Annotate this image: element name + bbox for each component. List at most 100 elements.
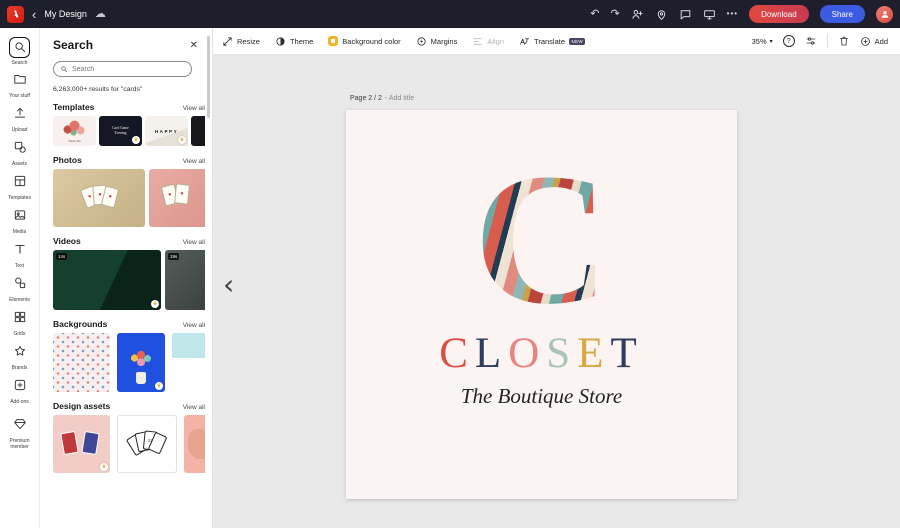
- app-logo-icon[interactable]: [7, 5, 24, 23]
- present-devices-icon[interactable]: [703, 8, 716, 21]
- close-icon[interactable]: ✕: [190, 40, 198, 51]
- app-window: ‹ My Design ☁ ↶ ↷ ••• Download Share Sea…: [0, 0, 900, 528]
- sidebar-item-media[interactable]: Media: [0, 204, 40, 238]
- invite-collaborators-icon[interactable]: [631, 8, 644, 21]
- section-design-assets: Design assets View all ♛ 21: [53, 401, 212, 473]
- resize-button[interactable]: Resize: [222, 36, 260, 47]
- assets-icon: [13, 140, 27, 159]
- canvas-toolbar: Resize Theme Background color Margins Al…: [213, 28, 900, 55]
- undo-icon[interactable]: ↶: [590, 8, 599, 20]
- panel-scrollbar[interactable]: [207, 36, 210, 118]
- redo-icon[interactable]: ↷: [610, 8, 619, 20]
- templates-icon: [13, 174, 27, 193]
- view-all-link[interactable]: View all: [183, 404, 205, 411]
- theme-icon: [276, 36, 285, 46]
- view-all-link[interactable]: View all: [183, 239, 205, 246]
- design-asset-thumbnail[interactable]: ♛: [53, 415, 110, 473]
- view-all-link[interactable]: View all: [183, 158, 205, 165]
- background-thumbnail[interactable]: [53, 333, 110, 392]
- align-button[interactable]: Align: [472, 36, 504, 47]
- upload-icon: [13, 106, 27, 125]
- section-title: Templates: [53, 102, 95, 112]
- video-thumbnail[interactable]: 19s: [165, 250, 205, 310]
- sidebar-item-text[interactable]: Text: [0, 238, 40, 272]
- section-videos: Videos View all 14s ♛ 19s: [53, 236, 212, 310]
- section-backgrounds: Backgrounds View all ♛: [53, 319, 212, 392]
- view-all-link[interactable]: View all: [183, 105, 205, 112]
- sidebar-item-search[interactable]: Search: [0, 34, 40, 68]
- design-page[interactable]: C CLOSET The Boutique Store: [346, 110, 737, 499]
- location-pin-icon[interactable]: [655, 8, 668, 21]
- template-thumbnail[interactable]: HAPPY ♛: [145, 116, 188, 146]
- delete-page-button[interactable]: [838, 35, 850, 47]
- comment-icon[interactable]: [679, 8, 692, 21]
- section-photos: Photos View all ♥ ♥ ♥ ♥ ♥: [53, 155, 212, 227]
- brands-icon: [13, 344, 27, 363]
- trash-icon: [839, 36, 848, 46]
- zoom-control[interactable]: 35% ▾: [752, 37, 773, 46]
- theme-button[interactable]: Theme: [275, 36, 313, 47]
- add-ons-icon: [13, 378, 27, 397]
- back-icon[interactable]: ‹: [32, 8, 36, 21]
- sidebar-item-premium-member[interactable]: Premium member: [0, 416, 40, 450]
- cloud-sync-icon: ☁: [94, 7, 106, 20]
- sidebar-item-your-stuff[interactable]: Your stuff: [0, 68, 40, 102]
- sidebar-item-add-ons[interactable]: Add-ons: [0, 374, 40, 408]
- search-input-wrapper: [53, 61, 192, 77]
- sliders-icon: [806, 37, 816, 45]
- premium-crown-icon: ♛: [151, 300, 159, 308]
- template-thumbnail[interactable]: Card Game Evening ♛: [99, 116, 142, 146]
- search-input[interactable]: [72, 65, 185, 73]
- background-color-swatch-icon: [328, 36, 339, 46]
- add-title-link[interactable]: - Add title: [385, 95, 414, 102]
- margins-button[interactable]: Margins: [416, 36, 457, 47]
- sidebar-item-templates[interactable]: Templates: [0, 170, 40, 204]
- settings-sliders-button[interactable]: [805, 35, 817, 47]
- previous-page-chevron-icon[interactable]: ‹: [223, 271, 234, 299]
- canvas-area: Page 2 / 2 - Add title ‹ C CLOSET The Bo…: [213, 55, 900, 528]
- brand-subtitle[interactable]: The Boutique Store: [346, 384, 737, 409]
- video-thumbnail[interactable]: 14s ♛: [53, 250, 161, 310]
- page-indicator: Page 2 / 2 - Add title: [350, 95, 414, 102]
- premium-crown-icon: ♛: [132, 136, 140, 144]
- resize-icon: [223, 36, 232, 46]
- sidebar-item-upload[interactable]: Upload: [0, 102, 40, 136]
- template-thumbnail[interactable]: Thank You: [53, 116, 96, 146]
- view-all-link[interactable]: View all: [183, 322, 205, 329]
- video-duration-badge: 19s: [168, 253, 180, 260]
- premium-gem-icon: [13, 417, 27, 436]
- chevron-down-icon: ▾: [769, 38, 773, 45]
- more-options-icon[interactable]: •••: [727, 10, 738, 18]
- search-icon: [61, 66, 67, 72]
- photo-thumbnail[interactable]: ♥ ♥: [149, 169, 205, 227]
- add-page-button[interactable]: Add: [860, 36, 888, 47]
- section-title: Design assets: [53, 401, 111, 411]
- text-icon: [13, 242, 27, 261]
- section-templates: Templates View all Thank You Card Game E…: [53, 102, 212, 146]
- sidebar-item-assets[interactable]: Assets: [0, 136, 40, 170]
- template-thumbnail[interactable]: [191, 116, 205, 146]
- photo-thumbnail[interactable]: ♥ ♥ ♥: [53, 169, 145, 227]
- design-asset-thumbnail[interactable]: [184, 415, 205, 473]
- translate-button[interactable]: Translate NEW: [519, 36, 586, 47]
- section-title: Videos: [53, 236, 81, 246]
- download-button[interactable]: Download: [749, 5, 809, 23]
- share-button[interactable]: Share: [819, 5, 865, 23]
- brand-wordmark[interactable]: CLOSET: [346, 332, 737, 375]
- sidebar-item-elements[interactable]: Elements: [0, 272, 40, 306]
- elements-icon: [13, 276, 27, 295]
- plus-circle-icon: [860, 36, 870, 46]
- align-icon: [473, 37, 482, 45]
- premium-crown-icon: ♛: [155, 382, 163, 390]
- collage-letter-graphic[interactable]: C: [474, 144, 610, 332]
- help-button[interactable]: ?: [782, 35, 795, 47]
- grids-icon: [13, 310, 27, 329]
- sidebar-item-grids[interactable]: Grids: [0, 306, 40, 340]
- background-color-button[interactable]: Background color: [328, 36, 401, 46]
- document-title[interactable]: My Design: [44, 9, 87, 19]
- account-avatar[interactable]: [876, 5, 893, 23]
- design-asset-thumbnail[interactable]: 21: [117, 415, 177, 473]
- background-thumbnail[interactable]: ♛: [117, 333, 165, 392]
- background-thumbnail[interactable]: [172, 333, 205, 392]
- sidebar-item-brands[interactable]: Brands: [0, 340, 40, 374]
